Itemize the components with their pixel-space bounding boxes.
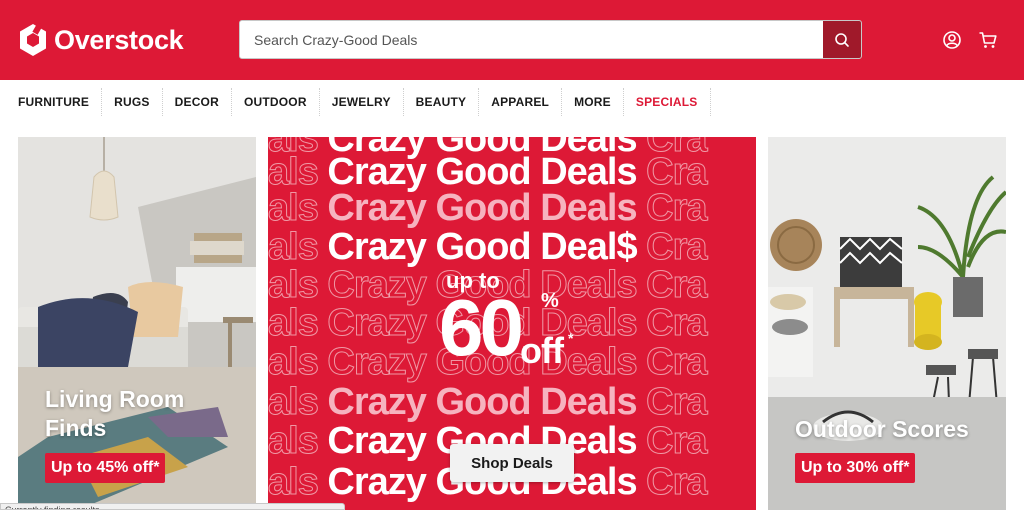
living-room-title-line1: Living Room (45, 386, 185, 412)
living-room-tile[interactable]: Living Room Finds Up to 45% off* (18, 137, 256, 510)
account-button[interactable] (941, 29, 963, 51)
nav-specials[interactable]: SPECIALS (624, 88, 711, 116)
logo-icon (20, 23, 46, 56)
browser-status-bar: Currently finding results... (0, 503, 345, 510)
category-nav: FURNITURE RUGS DECOR OUTDOOR JEWELRY BEA… (0, 80, 1024, 124)
search-bar (239, 20, 862, 59)
outdoor-discount-badge: Up to 30% off* (795, 453, 916, 483)
nav-rugs[interactable]: RUGS (102, 88, 163, 116)
outdoor-tile[interactable]: Outdoor Scores Up to 30% off* (768, 137, 1006, 510)
living-room-title: Living Room Finds (45, 385, 184, 443)
logo[interactable]: Overstock (18, 22, 184, 58)
nav-jewelry[interactable]: JEWELRY (320, 88, 404, 116)
nav-furniture[interactable]: FURNITURE (6, 88, 103, 116)
promo-asterisk: * (568, 330, 574, 346)
promo-off: off (520, 330, 564, 371)
cart-icon (979, 32, 997, 48)
search-button[interactable] (823, 21, 861, 58)
promo-amount: 60 (439, 283, 524, 372)
nav-decor[interactable]: DECOR (163, 88, 232, 116)
brand-name: Overstock (54, 24, 184, 55)
promo-percent: % (541, 290, 559, 312)
living-room-title-line2: Finds (45, 415, 107, 441)
promo-headline: als Crazy Good Deal$ Cra (268, 226, 708, 268)
search-input[interactable] (240, 21, 824, 58)
nav-beauty[interactable]: BEAUTY (404, 88, 480, 116)
cart-button[interactable] (977, 29, 999, 51)
shop-deals-button[interactable]: Shop Deals (450, 444, 574, 482)
promo-pattern-row: als Crazy Good Deals Cra (268, 187, 708, 229)
outdoor-title: Outdoor Scores (795, 416, 969, 442)
nav-outdoor[interactable]: OUTDOOR (232, 88, 320, 116)
living-room-discount-badge: Up to 45% off* (45, 453, 166, 483)
nav-apparel[interactable]: APPAREL (479, 88, 563, 116)
search-icon (835, 32, 849, 47)
site-header: Overstock (0, 0, 1024, 80)
promo-pattern-row: als Crazy Good Deals Cra (268, 151, 708, 193)
promo-pattern-row: als Crazy Good Deals Cra (268, 381, 708, 423)
account-icon (943, 31, 961, 49)
nav-more[interactable]: MORE (562, 88, 624, 116)
